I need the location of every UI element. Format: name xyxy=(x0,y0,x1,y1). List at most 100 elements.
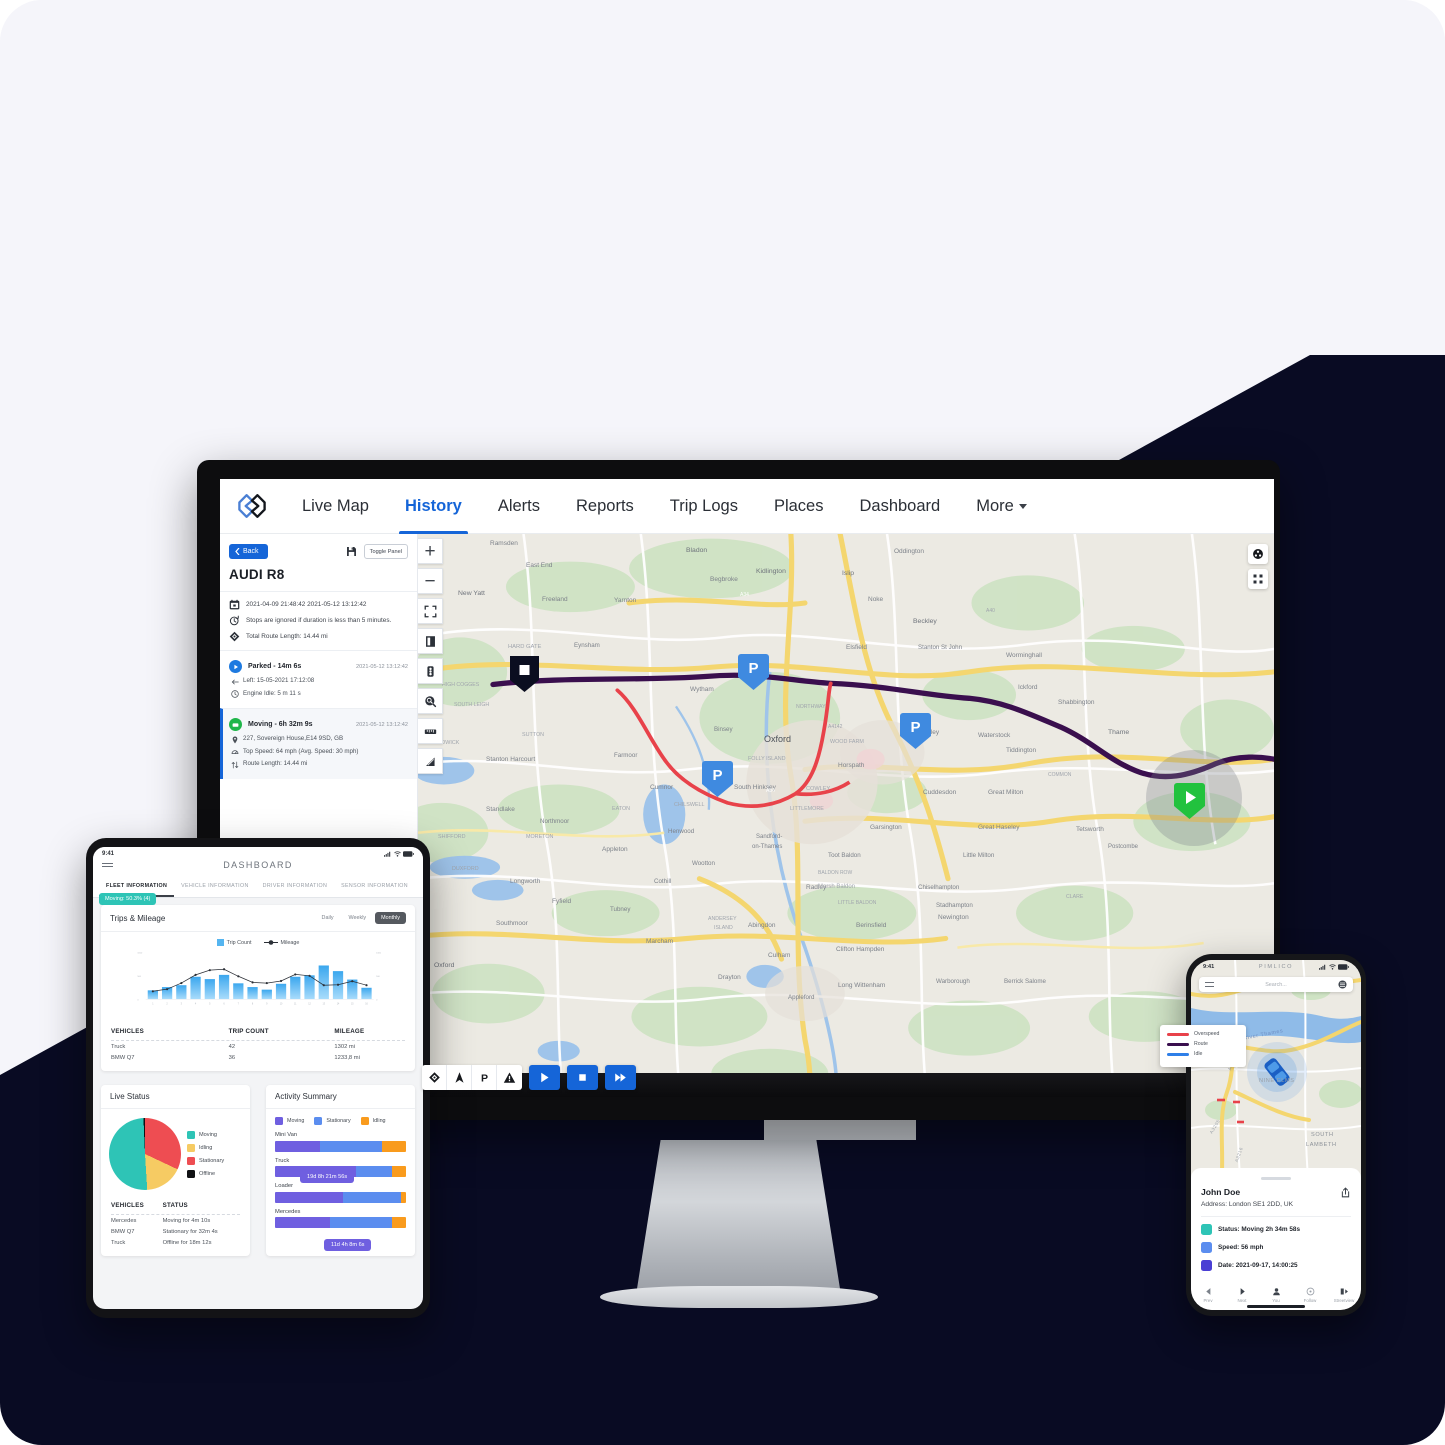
chart-legend: Trip Count Mileage xyxy=(107,939,409,946)
legend-row: Idle xyxy=(1167,1051,1239,1057)
range-weekly[interactable]: Weekly xyxy=(343,912,373,924)
nav-prev[interactable]: Prev xyxy=(1191,1287,1225,1303)
status-text: Status: Moving 2h 34m 58s xyxy=(1218,1225,1301,1233)
next-icon xyxy=(1240,1288,1245,1295)
nav-item-reports[interactable]: Reports xyxy=(558,489,652,524)
map-label: Long Wittenham xyxy=(838,982,886,989)
nav-item-live-map[interactable]: Live Map xyxy=(284,489,387,524)
tab-sensor-information[interactable]: SENSOR INFORMATION xyxy=(334,877,415,897)
event-speed-line: Top Speed: 64 mph (Avg. Speed: 30 mph) xyxy=(229,748,408,757)
zoom-in-icon[interactable]: + xyxy=(418,538,443,564)
nav-item-more[interactable]: More xyxy=(958,489,1045,524)
nav-item-dashboard[interactable]: Dashboard xyxy=(841,489,958,524)
hamburger-icon[interactable] xyxy=(1205,980,1214,989)
toggle-panel-button[interactable]: Toggle Panel xyxy=(363,544,408,559)
marker-current-position[interactable] xyxy=(1173,781,1206,826)
marker-stop-start[interactable] xyxy=(508,654,541,699)
heading-icon[interactable] xyxy=(447,1065,472,1090)
streetview-icon xyxy=(1340,1288,1348,1295)
range-daily[interactable]: Daily xyxy=(316,912,340,924)
cell-vehicle: BMW Q7 xyxy=(111,1228,135,1235)
pie-legend: Moving Idling Stationary Offline xyxy=(187,1130,224,1178)
stop-button[interactable] xyxy=(567,1065,598,1090)
map-label: Oxford xyxy=(764,734,792,744)
map-label: Oxford xyxy=(434,962,455,969)
legend-label: Idle xyxy=(1194,1051,1203,1057)
search-area-icon[interactable] xyxy=(418,688,443,714)
history-event-parked[interactable]: Parked - 14m 6s 2021-05-12 13:12:42 Left… xyxy=(220,650,417,708)
event-distance-line: Route Length: 14.44 mi xyxy=(229,760,408,769)
x-axis-tick: 2 xyxy=(166,1003,168,1005)
nav-follow[interactable]: Follow xyxy=(1293,1287,1327,1303)
chart-container: Trip Count Mileage 0 0 500 500 1000 1000 1 2 3 4 5… xyxy=(101,932,415,1020)
phone-device: 9:41 PIMLICO River Thames NINE ELMS SOUTH L… xyxy=(1186,954,1366,1316)
marker-parking-2[interactable]: P xyxy=(701,759,734,804)
x-axis-tick: 5 xyxy=(209,1003,211,1005)
phone-search-bar[interactable]: Search... xyxy=(1199,977,1353,992)
range-monthly[interactable]: Monthly xyxy=(375,912,406,924)
map-label: Ickford xyxy=(1018,684,1038,691)
history-event-moving[interactable]: Moving - 6h 32m 9s 2021-05-12 13:12:42 2… xyxy=(220,708,417,779)
nav-item-trip-logs[interactable]: Trip Logs xyxy=(652,489,756,524)
marker-parking-1[interactable]: P xyxy=(737,652,770,697)
brand-logo-icon[interactable] xyxy=(234,488,270,524)
col-trip-count: TRIP COUNT xyxy=(228,1028,269,1035)
save-disk-icon[interactable] xyxy=(346,546,357,557)
map-label: Thame xyxy=(1108,729,1130,736)
legend-idling: Idling xyxy=(187,1143,224,1152)
legend-label: Overspeed xyxy=(1194,1031,1220,1037)
parking-icon[interactable]: P xyxy=(472,1065,497,1090)
map-label: SUTTON xyxy=(522,732,545,738)
history-map[interactable]: Ramsden East End Bladon Begbroke Kidlington I… xyxy=(418,534,1274,1097)
nav-streetview[interactable]: Streetview xyxy=(1327,1287,1361,1303)
nav-next[interactable]: Next xyxy=(1225,1287,1259,1303)
nav-item-alerts[interactable]: Alerts xyxy=(480,489,558,524)
speed-icon xyxy=(1201,1241,1212,1253)
activity-bar[interactable] xyxy=(275,1217,406,1228)
home-indicator xyxy=(1247,1305,1305,1308)
activity-tooltip: 11d 4h 8m 6s xyxy=(324,1239,372,1251)
tab-driver-information[interactable]: DRIVER INFORMATION xyxy=(256,877,334,897)
zoom-out-icon[interactable]: − xyxy=(418,568,443,594)
activity-bar[interactable] xyxy=(275,1191,406,1203)
share-icon[interactable] xyxy=(1340,1186,1351,1198)
x-axis-tick: 8 xyxy=(252,1003,254,1005)
activity-bar[interactable] xyxy=(275,1140,406,1152)
filter-icon[interactable] xyxy=(1338,980,1347,989)
map-label: Stanton Harcourt xyxy=(486,756,536,763)
stop-square-icon xyxy=(510,656,539,692)
traffic-light-icon[interactable] xyxy=(418,658,443,684)
waypoint-icon[interactable] xyxy=(422,1065,447,1090)
fullscreen-icon[interactable] xyxy=(418,598,443,624)
measure-angle-icon[interactable] xyxy=(418,748,443,774)
nav-you[interactable]: You xyxy=(1259,1287,1293,1303)
tab-vehicle-information[interactable]: VEHICLE INFORMATION xyxy=(174,877,255,897)
live-status-pie[interactable] xyxy=(109,1118,181,1190)
map-label: Yarnton xyxy=(614,597,637,604)
play-button[interactable] xyxy=(529,1065,560,1090)
nav-item-history[interactable]: History xyxy=(387,489,480,535)
top-navigation: Live Map History Alerts Reports Trip Log… xyxy=(220,479,1274,535)
ruler-icon[interactable] xyxy=(418,718,443,744)
compass-icon[interactable] xyxy=(1248,544,1268,564)
nav-item-places[interactable]: Places xyxy=(756,489,842,524)
back-button[interactable]: Back xyxy=(229,544,268,559)
chart-point xyxy=(322,984,325,987)
layers-icon[interactable] xyxy=(418,628,443,654)
phone-map[interactable] xyxy=(1191,960,1361,1190)
map-label: Worminghall xyxy=(1006,652,1043,659)
map-label: Farmoor xyxy=(614,752,638,759)
marker-parking-3[interactable]: P xyxy=(899,711,932,756)
sheet-grabber[interactable] xyxy=(1261,1177,1291,1180)
map-label: HARD GATE xyxy=(508,644,542,650)
map-label: FOLLY ISLAND xyxy=(748,756,786,762)
event-timestamp: 2021-05-12 13:12:42 xyxy=(356,663,408,670)
chart-point xyxy=(180,981,183,985)
expand-icon[interactable] xyxy=(1248,569,1268,589)
map-label: LITTLEMORE xyxy=(790,806,824,812)
activity-tooltip: 19d 8h 21m 56s xyxy=(300,1171,355,1183)
alert-icon[interactable] xyxy=(497,1065,522,1090)
search-input[interactable]: Search... xyxy=(1214,982,1338,988)
event-title: Parked - 14m 6s xyxy=(248,663,302,670)
forward-button[interactable] xyxy=(605,1065,636,1090)
